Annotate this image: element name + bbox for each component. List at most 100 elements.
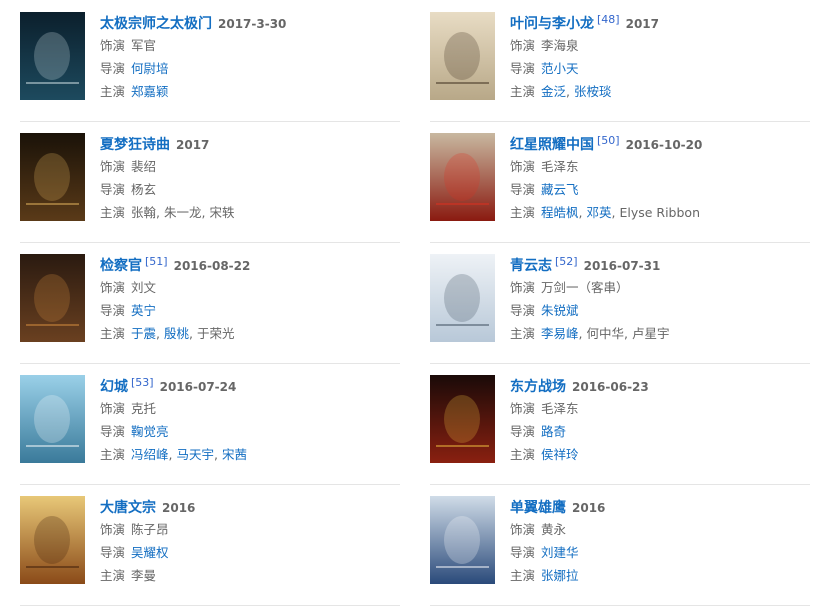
person-link[interactable]: 朱锐斌 (541, 303, 579, 318)
role-label: 饰演 (510, 280, 536, 295)
person-link[interactable]: 殷桃 (164, 326, 189, 341)
person-name: 宋轶 (209, 205, 235, 220)
director-label: 导演 (100, 303, 126, 318)
film-title-link[interactable]: 幻城 (100, 379, 128, 395)
role-label: 饰演 (510, 401, 536, 416)
film-poster[interactable] (430, 496, 495, 584)
person-link[interactable]: 邓英 (586, 205, 611, 220)
film-info: 太极宗师之太极门 2017-3-30 饰演 军官 导演 何尉培 主演 郑嘉颖 (100, 12, 400, 103)
film-title-link[interactable]: 太极宗师之太极门 (100, 16, 212, 32)
film-date: 2016-10-20 (625, 138, 703, 152)
citation-link[interactable]: [52] (555, 255, 578, 268)
film-title-link[interactable]: 单翼雄鹰 (510, 500, 566, 516)
person-link[interactable]: 刘建华 (541, 545, 579, 560)
film-poster[interactable] (20, 375, 85, 463)
person-link[interactable]: 藏云飞 (541, 182, 579, 197)
person-name: 何中华 (586, 326, 624, 341)
film-title-link[interactable]: 大唐文宗 (100, 500, 156, 516)
film-info: 检察官 [51] 2016-08-22 饰演 刘文 导演 英宁 主演 于震, 殷桃, 于荣光 (100, 254, 400, 345)
star-label: 主演 (510, 205, 536, 220)
film-poster[interactable] (430, 12, 495, 100)
film-item: 太极宗师之太极门 2017-3-30 饰演 军官 导演 何尉培 主演 郑嘉颖 (20, 0, 400, 122)
film-date: 2016-06-23 (572, 380, 649, 394)
film-poster[interactable] (20, 496, 85, 584)
film-poster[interactable] (430, 254, 495, 342)
film-title-link[interactable]: 检察官 (100, 258, 142, 274)
name-separator: , (156, 205, 164, 220)
film-info: 东方战场 2016-06-23 饰演 毛泽东 导演 路奇 主演 侯祥玲 (510, 375, 810, 466)
star-label: 主演 (100, 568, 126, 583)
director-label: 导演 (100, 424, 126, 439)
film-title-link[interactable]: 红星照耀中国 (510, 137, 594, 153)
film-title-link[interactable]: 夏梦狂诗曲 (100, 137, 170, 153)
role-value: 军官 (131, 38, 157, 53)
director-row: 导演 何尉培 (100, 57, 400, 80)
person-link[interactable]: 于震 (131, 326, 156, 341)
person-link[interactable]: 英宁 (131, 303, 156, 318)
film-title-link[interactable]: 青云志 (510, 258, 552, 274)
role-row: 饰演 毛泽东 (510, 155, 810, 178)
film-item: 单翼雄鹰 2016 饰演 黄永 导演 刘建华 主演 张娜拉 (430, 484, 810, 606)
role-value: 万剑一（客串） (541, 280, 629, 295)
film-item: 东方战场 2016-06-23 饰演 毛泽东 导演 路奇 主演 侯祥玲 (430, 363, 810, 485)
role-value: 毛泽东 (541, 401, 579, 416)
director-row: 导演 刘建华 (510, 541, 810, 564)
role-value: 刘文 (131, 280, 157, 295)
star-row: 主演 于震, 殷桃, 于荣光 (100, 322, 400, 345)
star-label: 主演 (510, 447, 536, 462)
person-link[interactable]: 何尉培 (131, 61, 169, 76)
film-poster[interactable] (430, 375, 495, 463)
role-value: 克托 (131, 401, 157, 416)
star-row: 主演 张娜拉 (510, 564, 810, 587)
person-link[interactable]: 冯绍峰 (131, 447, 169, 462)
role-label: 饰演 (100, 522, 126, 537)
role-label: 饰演 (510, 38, 536, 53)
role-label: 饰演 (100, 38, 126, 53)
film-item: 叶问与李小龙 [48] 2017 饰演 李海泉 导演 范小天 主演 金泛, 张桉琰 (430, 0, 810, 122)
role-row: 饰演 黄永 (510, 518, 810, 541)
person-link[interactable]: 程皓枫 (541, 205, 579, 220)
person-link[interactable]: 宋茜 (222, 447, 247, 462)
person-name: Elyse Ribbon (619, 205, 700, 220)
film-poster[interactable] (20, 12, 85, 100)
film-info: 红星照耀中国 [50] 2016-10-20 饰演 毛泽东 导演 藏云飞 主演 程皓枫, 邓英,… (510, 133, 810, 224)
director-label: 导演 (100, 61, 126, 76)
person-link[interactable]: 侯祥玲 (541, 447, 579, 462)
film-title-link[interactable]: 东方战场 (510, 379, 566, 395)
person-link[interactable]: 马天宇 (176, 447, 214, 462)
citation-link[interactable]: [51] (145, 255, 168, 268)
director-label: 导演 (100, 545, 126, 560)
person-link[interactable]: 李易峰 (541, 326, 579, 341)
citation-link[interactable]: [53] (131, 376, 154, 389)
star-row: 主演 侯祥玲 (510, 443, 810, 466)
star-row: 主演 李曼 (100, 564, 400, 587)
person-link[interactable]: 郑嘉颖 (131, 84, 169, 99)
director-label: 导演 (510, 545, 536, 560)
person-link[interactable]: 张桉琰 (574, 84, 612, 99)
person-link[interactable]: 鞠觉亮 (131, 424, 169, 439)
role-value: 裴绍 (131, 159, 157, 174)
role-row: 饰演 军官 (100, 34, 400, 57)
film-poster[interactable] (430, 133, 495, 221)
star-label: 主演 (510, 84, 536, 99)
name-separator: , (214, 447, 222, 462)
role-row: 饰演 裴绍 (100, 155, 400, 178)
person-link[interactable]: 张娜拉 (541, 568, 579, 583)
role-row: 饰演 毛泽东 (510, 397, 810, 420)
film-poster[interactable] (20, 133, 85, 221)
film-title-line: 太极宗师之太极门 2017-3-30 (100, 12, 400, 34)
person-link[interactable]: 路奇 (541, 424, 566, 439)
citation-link[interactable]: [48] (597, 13, 620, 26)
director-row: 导演 鞠觉亮 (100, 420, 400, 443)
film-title-link[interactable]: 叶问与李小龙 (510, 16, 594, 32)
film-poster[interactable] (20, 254, 85, 342)
person-link[interactable]: 吴耀权 (131, 545, 169, 560)
person-link[interactable]: 金泛 (541, 84, 566, 99)
star-label: 主演 (510, 326, 536, 341)
person-name: 朱一龙 (163, 205, 202, 220)
director-row: 导演 英宁 (100, 299, 400, 322)
person-link[interactable]: 范小天 (541, 61, 579, 76)
star-label: 主演 (100, 205, 126, 220)
citation-link[interactable]: [50] (597, 134, 620, 147)
person-name: 张翰 (131, 205, 157, 220)
